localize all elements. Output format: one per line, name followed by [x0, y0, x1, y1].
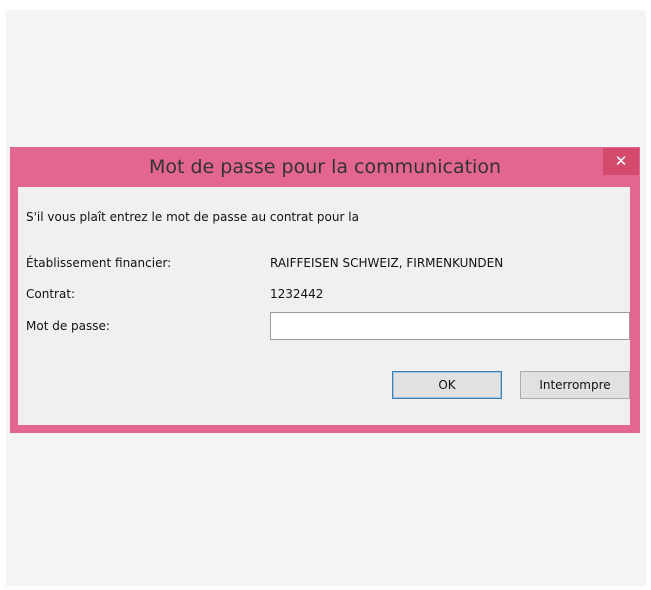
cancel-button[interactable]: Interrompre [520, 371, 630, 399]
password-label: Mot de passe: [26, 319, 110, 333]
title-bar[interactable]: Mot de passe pour la communication ✕ [10, 147, 640, 187]
dialog-body: S'il vous plaît entrez le mot de passe a… [18, 187, 630, 425]
ok-button[interactable]: OK [392, 371, 502, 399]
contract-value: 1232442 [270, 287, 324, 301]
password-dialog: Mot de passe pour la communication ✕ S'i… [10, 147, 640, 433]
institution-value: RAIFFEISEN SCHWEIZ, FIRMENKUNDEN [270, 256, 504, 270]
close-icon: ✕ [614, 153, 628, 170]
password-input[interactable] [270, 312, 630, 340]
dialog-title: Mot de passe pour la communication [148, 156, 501, 178]
contract-label: Contrat: [26, 287, 76, 301]
institution-label: Établissement financier: [26, 256, 172, 270]
close-button[interactable]: ✕ [603, 148, 639, 175]
prompt-text: S'il vous plaît entrez le mot de passe a… [26, 210, 359, 224]
